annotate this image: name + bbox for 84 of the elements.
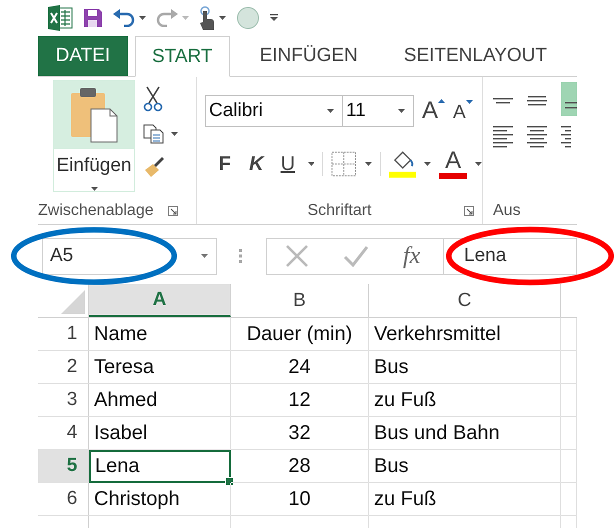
group-label: Aus xyxy=(493,202,521,220)
caret-icon[interactable] xyxy=(475,162,482,166)
empty-cell[interactable] xyxy=(561,417,577,450)
caret-icon xyxy=(398,109,405,113)
name-box[interactable]: A5 xyxy=(42,238,217,274)
caret-icon xyxy=(466,100,473,104)
clipboard-icon xyxy=(69,87,119,144)
insert-function-button[interactable]: fx xyxy=(403,242,420,270)
caret-icon[interactable] xyxy=(171,132,178,136)
table-cell: Dauer (min) xyxy=(246,322,352,346)
caret-icon[interactable] xyxy=(219,16,226,20)
group-label: Schriftart xyxy=(307,202,372,220)
empty-cell[interactable] xyxy=(561,318,577,351)
format-painter-icon[interactable] xyxy=(143,156,165,178)
caret-icon[interactable] xyxy=(139,16,146,20)
caret-icon xyxy=(327,109,334,113)
cut-icon[interactable] xyxy=(143,86,163,112)
shrink-font-button[interactable]: A xyxy=(453,98,473,124)
table-cell: Isabel xyxy=(94,422,148,444)
underline-button[interactable]: U xyxy=(276,152,300,176)
caret-icon xyxy=(90,187,98,191)
table-cell: Christoph xyxy=(94,488,180,510)
italic-button[interactable]: K xyxy=(244,152,268,176)
align-center-icon[interactable] xyxy=(527,126,547,148)
row-header[interactable]: 1 xyxy=(38,318,89,351)
save-icon[interactable] xyxy=(83,8,103,28)
dialog-launcher-icon[interactable] xyxy=(168,206,178,216)
paste-button[interactable]: Einfügen xyxy=(53,80,135,192)
align-left-icon[interactable] xyxy=(493,126,513,148)
font-color-button[interactable]: A xyxy=(439,149,468,179)
empty-cell[interactable] xyxy=(561,450,577,483)
touch-hand-icon[interactable] xyxy=(199,6,215,30)
formula-field[interactable]: Lena xyxy=(444,238,577,274)
ribbon-tab[interactable]: START xyxy=(134,36,230,77)
table-cell: Name xyxy=(94,322,148,346)
borders-icon[interactable] xyxy=(331,151,357,177)
row-header[interactable]: 6 xyxy=(38,483,89,516)
empty-cell[interactable] xyxy=(561,351,577,384)
column-header[interactable]: B xyxy=(231,284,369,317)
up-caret-icon xyxy=(438,99,446,103)
table-cell: Verkehrsmittel xyxy=(374,322,501,346)
row-header[interactable]: 2 xyxy=(38,351,89,384)
table-cell: zu Fuß xyxy=(374,388,436,412)
table-cell: Lena xyxy=(95,455,140,478)
file-tab[interactable]: DATEI xyxy=(38,36,128,76)
customize-caret-icon[interactable] xyxy=(270,14,278,22)
ribbon-tab[interactable]: SEITENLAYOUT xyxy=(388,36,563,76)
group-label: Zwischenablage xyxy=(38,202,154,220)
undo-icon[interactable] xyxy=(113,9,135,27)
table-cell: Bus und Bahn xyxy=(374,422,500,444)
bottom-align-icon[interactable] xyxy=(561,82,577,116)
table-cell: Teresa xyxy=(94,356,154,378)
selected-cell[interactable]: Lena xyxy=(89,450,231,483)
spreadsheet-app-icon[interactable] xyxy=(47,5,73,31)
table-cell: 24 xyxy=(288,356,311,378)
table-cell: Bus xyxy=(374,356,408,378)
caret-icon[interactable] xyxy=(424,162,432,166)
font-size-field[interactable]: 11 xyxy=(342,95,414,127)
row-header[interactable]: 3 xyxy=(38,384,89,417)
ribbon-tab[interactable]: EINFÜGEN xyxy=(244,36,374,76)
column-header[interactable]: A xyxy=(89,284,231,317)
table-cell: zu Fuß xyxy=(374,488,436,510)
bold-button[interactable]: F xyxy=(213,152,237,176)
caret-icon[interactable] xyxy=(364,162,372,166)
caret-icon xyxy=(201,254,208,258)
empty-cell[interactable] xyxy=(561,384,577,417)
empty-cell[interactable] xyxy=(561,483,577,516)
table-cell: Bus xyxy=(374,454,408,478)
align-right-icon[interactable] xyxy=(561,126,571,148)
table-cell: 10 xyxy=(288,488,311,510)
grow-font-button[interactable]: A xyxy=(422,97,446,125)
fill-handle[interactable] xyxy=(225,477,234,486)
table-cell: 32 xyxy=(288,422,311,444)
row-header[interactable]: 5 xyxy=(38,450,89,483)
copy-icon[interactable] xyxy=(143,124,165,144)
fill-color-icon[interactable] xyxy=(388,150,416,178)
grip-icon[interactable] xyxy=(239,249,242,263)
column-header[interactable]: C xyxy=(369,284,561,317)
caret-icon[interactable] xyxy=(308,162,314,166)
font-name-field[interactable]: Calibri xyxy=(205,95,343,127)
table-cell: 12 xyxy=(288,388,311,412)
table-cell: Ahmed xyxy=(94,388,158,412)
table-cell: 28 xyxy=(288,454,311,478)
dialog-launcher-icon[interactable] xyxy=(464,206,474,216)
